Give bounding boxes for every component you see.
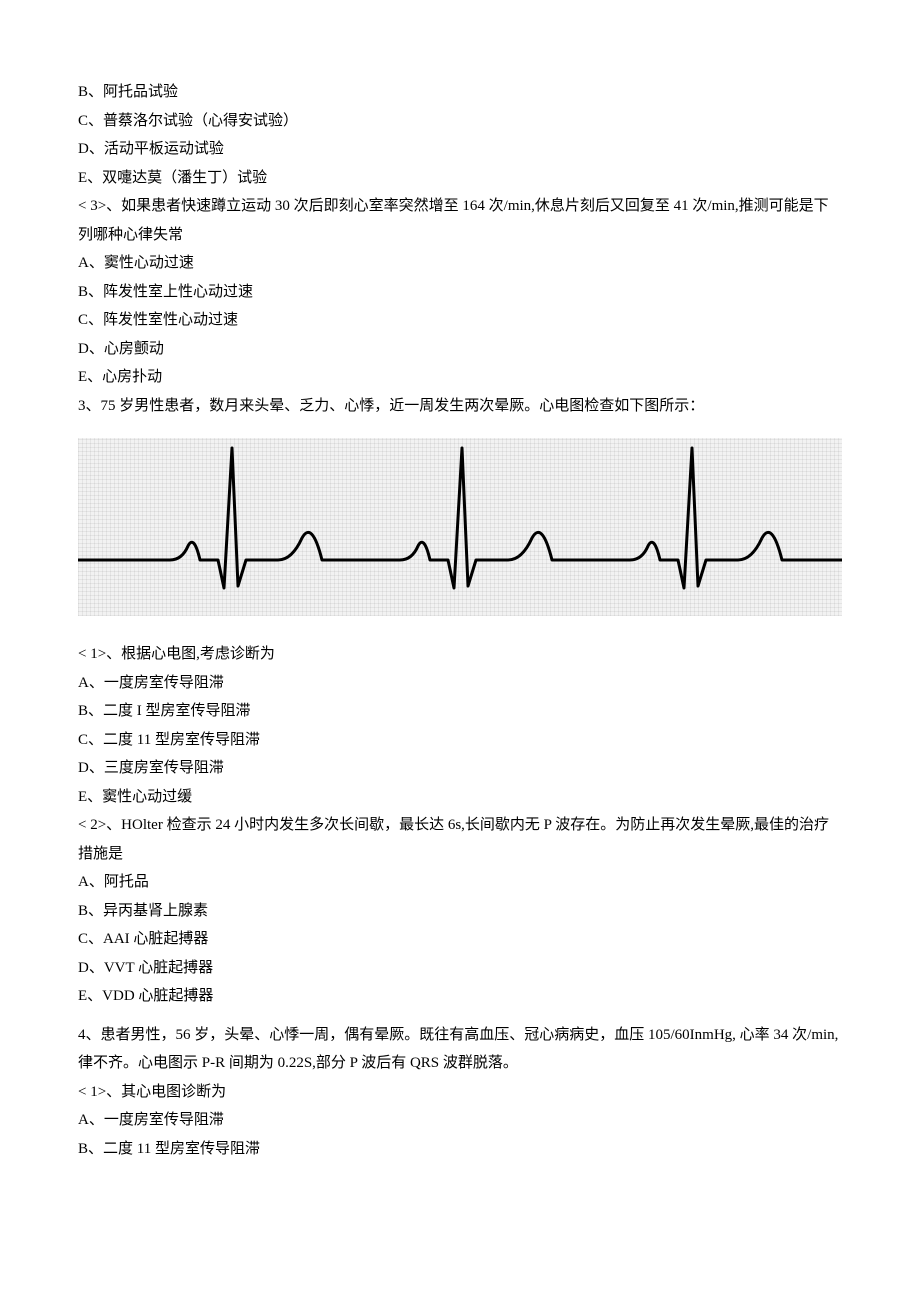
sub-question-1: < 1>、其心电图诊断为 [78, 1078, 842, 1107]
question-block-3: 4、患者男性，56 岁，头晕、心悸一周，偶有晕厥。既往有高血压、冠心病病史，血压… [78, 1021, 842, 1164]
option-c: C、阵发性室性心动过速 [78, 306, 842, 335]
option-e: E、双嚏达莫（潘生丁）试验 [78, 164, 842, 193]
option-b: B、阿托品试验 [78, 78, 842, 107]
question-block-2: < 1>、根据心电图,考虑诊断为 A、一度房室传导阻滞 B、二度 I 型房室传导… [78, 640, 842, 1011]
option-d: D、三度房室传导阻滞 [78, 754, 842, 783]
option-e: E、心房扑动 [78, 363, 842, 392]
option-c: C、普蔡洛尔试验（心得安试验） [78, 107, 842, 136]
option-a: A、阿托品 [78, 868, 842, 897]
option-d: D、活动平板运动试验 [78, 135, 842, 164]
option-c: C、二度 11 型房室传导阻滞 [78, 726, 842, 755]
option-e: E、VDD 心脏起搏器 [78, 982, 842, 1011]
option-b: B、二度 I 型房室传导阻滞 [78, 697, 842, 726]
sub-question-1: < 1>、根据心电图,考虑诊断为 [78, 640, 842, 669]
question-3-stem: 3、75 岁男性患者，数月来头晕、乏力、心悸，近一周发生两次晕厥。心电图检查如下… [78, 392, 842, 421]
option-a: A、一度房室传导阻滞 [78, 1106, 842, 1135]
question-block-1: B、阿托品试验 C、普蔡洛尔试验（心得安试验） D、活动平板运动试验 E、双嚏达… [78, 78, 842, 420]
question-4-stem: 4、患者男性，56 岁，头晕、心悸一周，偶有晕厥。既往有高血压、冠心病病史，血压… [78, 1021, 842, 1078]
sub-question-2: < 2>、HOlter 检查示 24 小时内发生多次长间歇，最长达 6s,长间歇… [78, 811, 842, 868]
sub-question-3: < 3>、如果患者快速蹲立运动 30 次后即刻心室率突然增至 164 次/min… [78, 192, 842, 249]
ecg-trace [78, 438, 842, 616]
option-a: A、窦性心动过速 [78, 249, 842, 278]
ecg-image [78, 438, 842, 616]
option-b: B、阵发性室上性心动过速 [78, 278, 842, 307]
option-b: B、异丙基肾上腺素 [78, 897, 842, 926]
option-c: C、AAI 心脏起搏器 [78, 925, 842, 954]
option-a: A、一度房室传导阻滞 [78, 669, 842, 698]
option-d: D、VVT 心脏起搏器 [78, 954, 842, 983]
option-e: E、窦性心动过缓 [78, 783, 842, 812]
ecg-path [78, 448, 842, 588]
option-d: D、心房颤动 [78, 335, 842, 364]
option-b: B、二度 11 型房室传导阻滞 [78, 1135, 842, 1164]
